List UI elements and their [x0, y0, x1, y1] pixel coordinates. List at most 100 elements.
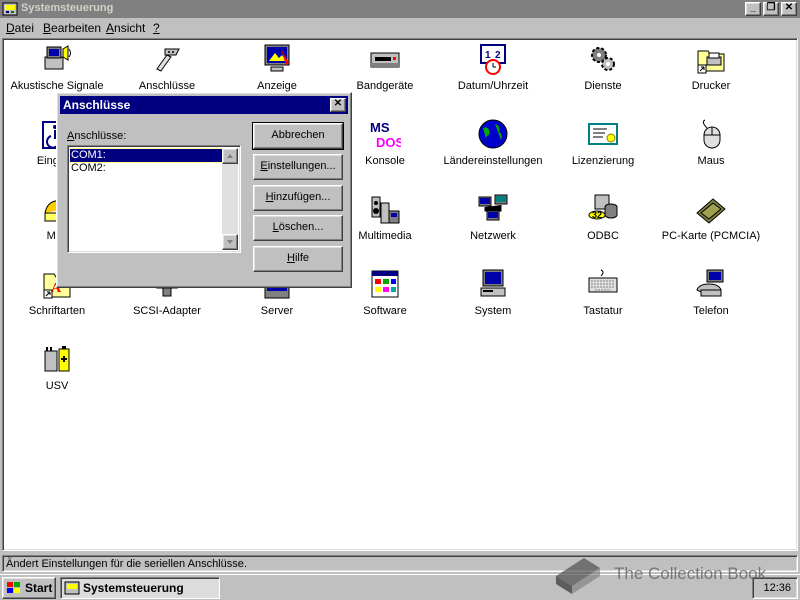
menu-bearbeiten-mnemonic: B — [43, 21, 52, 35]
button-mnemonic: H — [265, 191, 274, 203]
menu-ansicht-label: nsicht — [114, 21, 146, 35]
item-laendereinstellungen[interactable]: Ländereinstellungen — [437, 116, 549, 191]
dialog-titlebar[interactable]: Anschlüsse ✕ — [60, 96, 348, 114]
window-title: Systemsteuerung — [21, 2, 114, 14]
status-text: Ändert Einstellungen für die seriellen A… — [2, 555, 798, 572]
item-label: USV — [45, 380, 69, 392]
arrow-up-icon — [227, 154, 233, 158]
menu-help[interactable]: ? — [153, 21, 160, 35]
gears-icon — [587, 43, 619, 75]
item-label: Anzeige — [257, 80, 297, 92]
menu-ansicht-mnemonic: A — [106, 21, 115, 35]
dialog-title: Anschlüsse — [63, 98, 131, 112]
item-label: Anschlüsse — [138, 80, 196, 92]
item-label: Schriftarten — [28, 305, 86, 317]
item-label: Drucker — [691, 80, 731, 92]
item-usv[interactable]: USV — [1, 341, 113, 416]
telephone-icon — [695, 268, 727, 300]
item-dienste[interactable]: Dienste — [547, 41, 659, 116]
windows-logo-icon — [7, 582, 20, 593]
menu-datei-label: atei — [14, 21, 35, 35]
item-tastatur[interactable]: Tastatur — [547, 266, 659, 341]
button-label: instellungen... — [267, 160, 336, 172]
item-datum-uhrzeit[interactable]: 12 Datum/Uhrzeit — [437, 41, 549, 116]
speaker-icon — [41, 43, 73, 75]
item-label: Datum/Uhrzeit — [457, 80, 529, 92]
button-mnemonic: E — [260, 160, 268, 172]
menu-help-mnemonic: ? — [153, 21, 160, 35]
ports-scrollbar[interactable] — [222, 148, 238, 250]
statusbar: Ändert Einstellungen für die seriellen A… — [0, 554, 800, 573]
button-label: Abbrechen — [271, 129, 325, 141]
item-label: Telefon — [693, 305, 729, 317]
control-panel-icon — [2, 2, 18, 16]
item-label: Netzwerk — [470, 230, 516, 242]
ports-label-text: nschlüsse: — [74, 130, 127, 142]
item-netzwerk[interactable]: Netzwerk — [437, 191, 549, 266]
item-label: Maus — [697, 155, 725, 167]
scroll-down-button[interactable] — [222, 234, 238, 250]
display-icon — [261, 43, 293, 75]
menu-datei[interactable]: Datei — [6, 21, 34, 35]
start-button[interactable]: Start — [2, 577, 56, 599]
port-item-com2[interactable]: COM2: — [70, 162, 222, 175]
ports-listbox[interactable]: COM1: COM2: — [67, 145, 241, 253]
task-label: Systemsteuerung — [83, 581, 184, 595]
svg-text:MS: MS — [370, 120, 390, 135]
hinzufuegen-button[interactable]: Hinzufügen... — [253, 185, 343, 211]
item-pc-karte[interactable]: PC-Karte (PCMCIA) — [655, 191, 767, 266]
item-maus[interactable]: Maus — [655, 116, 767, 191]
svg-text:1: 1 — [485, 50, 491, 61]
globe-icon — [477, 118, 509, 150]
msdos-icon: MS DOS — [369, 118, 405, 150]
serial-connector-icon — [151, 43, 183, 75]
odbc-icon: 32 — [587, 193, 619, 225]
button-label: öschen... — [278, 221, 324, 233]
item-label: ODBC — [587, 230, 619, 242]
tape-drive-icon — [369, 43, 401, 75]
pccard-icon — [695, 193, 727, 225]
certificate-icon — [587, 118, 619, 150]
printer-folder-icon — [695, 43, 727, 75]
close-button[interactable]: ✕ — [781, 2, 797, 16]
arrow-down-icon — [227, 240, 233, 244]
button-label: inzufügen... — [273, 191, 331, 203]
item-drucker[interactable]: Drucker — [655, 41, 767, 116]
hilfe-button[interactable]: Hilfe — [253, 246, 343, 272]
menu-datei-mnemonic: D — [6, 21, 15, 35]
ups-battery-icon — [41, 343, 73, 375]
item-label: SCSI-Adapter — [133, 305, 201, 317]
svg-text:32: 32 — [592, 210, 602, 220]
menu-bearbeiten-label: earbeiten — [51, 21, 102, 35]
keyboard-icon — [587, 268, 619, 300]
menu-ansicht[interactable]: Ansicht — [106, 21, 145, 35]
software-icon — [369, 268, 401, 300]
item-telefon[interactable]: Telefon — [655, 266, 767, 341]
clock[interactable]: 12:36 — [763, 582, 791, 594]
ports-list-label: Anschlüsse: — [67, 130, 126, 142]
window-titlebar[interactable]: Systemsteuerung _ ❐ ✕ — [0, 0, 800, 18]
start-label: Start — [25, 581, 53, 595]
loeschen-button[interactable]: Löschen... — [253, 215, 343, 241]
control-panel-task-icon — [64, 581, 80, 595]
item-system[interactable]: System — [437, 266, 549, 341]
menu-bearbeiten[interactable]: Bearbeiten — [43, 21, 101, 35]
minimize-button[interactable]: _ — [745, 2, 761, 16]
restore-button[interactable]: ❐ — [763, 2, 779, 16]
task-button-systemsteuerung[interactable]: Systemsteuerung — [60, 577, 220, 599]
item-label: Lizenzierung — [571, 155, 635, 167]
port-item-com1[interactable]: COM1: — [69, 148, 223, 163]
item-odbc[interactable]: 32 ODBC — [547, 191, 659, 266]
button-label: ilfe — [294, 252, 309, 264]
ports-dialog: Anschlüsse ✕ Anschlüsse: COM1: COM2: Abb… — [56, 92, 352, 288]
item-label: Software — [363, 305, 407, 317]
dialog-close-button[interactable]: ✕ — [330, 98, 346, 112]
item-lizenzierung[interactable]: Lizenzierung — [547, 116, 659, 191]
scroll-up-button[interactable] — [222, 148, 238, 164]
svg-text:2: 2 — [495, 50, 501, 61]
abbrechen-button[interactable]: Abbrechen — [252, 122, 344, 150]
item-label: PC-Karte (PCMCIA) — [661, 230, 761, 242]
einstellungen-button[interactable]: Einstellungen... — [253, 154, 343, 180]
button-mnemonic: H — [286, 252, 295, 264]
system-tray: 12:36 — [752, 577, 798, 599]
